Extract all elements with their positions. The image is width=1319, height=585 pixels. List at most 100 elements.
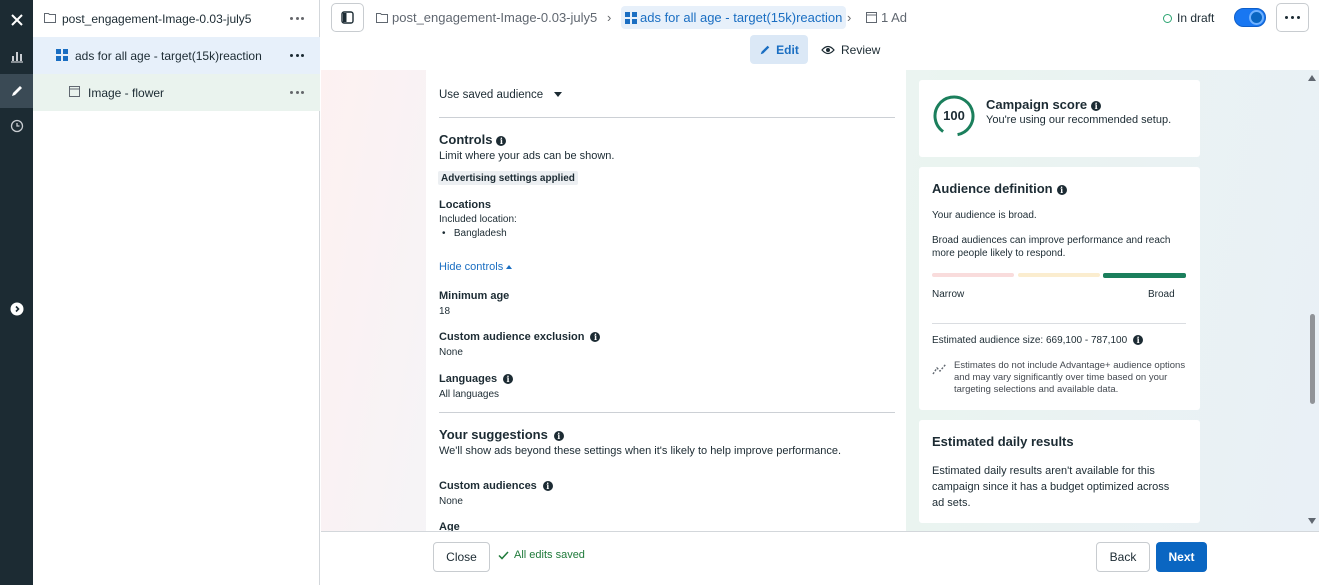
locations-heading: Locations	[439, 199, 491, 211]
campaign-score-title: Campaign score	[986, 97, 1088, 112]
audience-estimate-note: Estimates do not include Advantage+ audi…	[954, 360, 1186, 395]
custom-audiences-title: Custom audiences	[439, 480, 537, 492]
controls-description: Limit where your ads can be shown.	[439, 150, 615, 162]
hide-controls-label: Hide controls	[439, 261, 504, 273]
suggestions-description: We'll show ads beyond these settings whe…	[439, 445, 842, 457]
minimum-age-heading: Minimum age	[439, 290, 510, 302]
info-icon[interactable]: i	[553, 430, 564, 441]
tab-review[interactable]: Review	[821, 35, 880, 64]
audience-size-text: Estimated audience size: 669,100 - 787,1…	[932, 335, 1128, 346]
exclusion-title: Custom audience exclusion	[439, 331, 585, 343]
folder-icon	[44, 12, 56, 26]
tree-item-adset[interactable]: ads for all age - target(15k)reaction	[33, 37, 320, 74]
content-scrollbar[interactable]	[1305, 70, 1319, 531]
more-options-icon[interactable]	[290, 85, 304, 99]
history-clock-icon[interactable]	[0, 109, 33, 143]
suggestions-title: Your suggestions	[439, 427, 548, 442]
divider	[932, 323, 1186, 324]
breadcrumb-campaign[interactable]: post_engagement-Image-0.03-july5	[376, 10, 597, 25]
more-options-icon[interactable]	[290, 11, 304, 25]
pencil-icon	[760, 45, 770, 54]
info-icon[interactable]: i	[496, 135, 507, 146]
publish-toggle[interactable]	[1234, 8, 1266, 27]
scroll-down-arrow-icon[interactable]	[1308, 518, 1316, 524]
meter-broad-label: Broad	[1148, 289, 1175, 300]
breadcrumb-adset[interactable]: ads for all age - target(15k)reaction	[621, 6, 847, 29]
languages-title: Languages	[439, 373, 498, 385]
close-icon[interactable]	[0, 3, 33, 37]
campaign-score-heading: Campaign score i	[986, 97, 1102, 112]
next-button[interactable]: Next	[1156, 542, 1207, 572]
back-button[interactable]: Back	[1096, 542, 1150, 572]
adset-grid-icon	[625, 11, 637, 24]
info-icon[interactable]: i	[1056, 184, 1067, 195]
saved-audience-dropdown[interactable]: Use saved audience	[439, 89, 563, 101]
controls-title: Controls	[439, 132, 493, 147]
left-rail	[0, 0, 33, 585]
audience-broad-description: Broad audiences can improve performance …	[932, 235, 1171, 259]
advertising-settings-badge: Advertising settings applied	[438, 171, 578, 185]
hide-controls-link[interactable]: Hide controls	[439, 261, 513, 273]
audience-definition-card: Audience definition i Your audience is br…	[919, 167, 1200, 410]
scrollbar-thumb[interactable]	[1310, 314, 1315, 404]
checkmark-icon	[498, 550, 509, 560]
more-options-icon[interactable]	[290, 48, 304, 62]
suggestions-heading: Your suggestions i	[439, 427, 564, 442]
audience-broad-text: Your audience is broad.	[932, 210, 1037, 221]
info-icon[interactable]: i	[1091, 100, 1102, 111]
chevron-right-icon: ›	[847, 10, 852, 25]
languages-heading: Languages i	[439, 373, 514, 385]
exclusion-value: None	[439, 347, 463, 358]
status-label: In draft	[1177, 11, 1215, 25]
toggle-sidebar-button[interactable]	[331, 3, 364, 32]
meter-segment-narrow	[932, 273, 1014, 277]
info-icon[interactable]: i	[590, 332, 601, 343]
info-icon[interactable]: i	[542, 481, 553, 492]
campaign-score-subtitle: You're using our recommended setup.	[986, 114, 1172, 126]
saved-audience-label: Use saved audience	[439, 89, 544, 101]
save-status-label: All edits saved	[514, 549, 585, 561]
minimum-age-value: 18	[439, 306, 451, 317]
ad-frame-icon	[69, 86, 80, 100]
scroll-up-arrow-icon[interactable]	[1308, 75, 1316, 81]
audience-form-card: Use saved audience Controls i Limit where…	[426, 70, 906, 531]
edit-pencil-icon[interactable]	[0, 74, 33, 108]
included-location-label: Included location:	[439, 214, 517, 225]
chevron-right-icon: ›	[607, 10, 612, 25]
breadcrumb-ad[interactable]: 1 Ad	[866, 10, 907, 25]
custom-audiences-heading: Custom audiences i	[439, 480, 553, 492]
exclusion-heading: Custom audience exclusion i	[439, 331, 601, 343]
estimated-results-title: Estimated daily results	[932, 434, 1074, 449]
close-button[interactable]: Close	[433, 542, 490, 572]
divider	[439, 117, 895, 118]
tab-edit[interactable]: Edit	[750, 35, 808, 64]
controls-heading: Controls i	[439, 132, 507, 147]
audience-definition-heading: Audience definition i	[932, 181, 1067, 196]
estimated-results-description: Estimated daily results aren't available…	[932, 465, 1170, 509]
divider	[439, 412, 895, 413]
chart-icon[interactable]	[0, 39, 33, 73]
expand-chevron-icon[interactable]	[0, 292, 33, 326]
caret-up-icon	[506, 265, 513, 270]
audience-size-line: Estimated audience size: 669,100 - 787,1…	[932, 335, 1144, 346]
tree-ad-label: Image - flower	[88, 86, 165, 100]
tree-item-campaign[interactable]: post_engagement-Image-0.03-july5	[33, 0, 320, 37]
draft-status: In draft	[1163, 11, 1214, 25]
editor-content: Use saved audience Controls i Limit where…	[321, 70, 1319, 531]
campaign-tree-panel: post_engagement-Image-0.03-july5 ads for…	[33, 0, 320, 585]
location-item-label: Bangladesh	[453, 228, 507, 239]
sidebar-toggle-icon	[341, 11, 354, 24]
tree-item-ad[interactable]: Image - flower	[33, 74, 320, 111]
folder-icon	[376, 13, 388, 23]
tree-campaign-label: post_engagement-Image-0.03-july5	[62, 12, 252, 26]
info-icon[interactable]: i	[1133, 335, 1144, 346]
campaign-score-card: 100 Campaign score i You're using our rec…	[919, 80, 1200, 157]
caret-down-icon	[554, 92, 563, 98]
languages-value: All languages	[439, 389, 500, 400]
ad-frame-icon	[866, 12, 877, 23]
info-icon[interactable]: i	[503, 374, 514, 385]
breadcrumb-adset-label: ads for all age - target(15k)reaction	[640, 10, 843, 25]
score-value: 100	[943, 108, 965, 123]
more-actions-button[interactable]	[1276, 3, 1309, 32]
custom-audiences-value: None	[439, 496, 463, 507]
